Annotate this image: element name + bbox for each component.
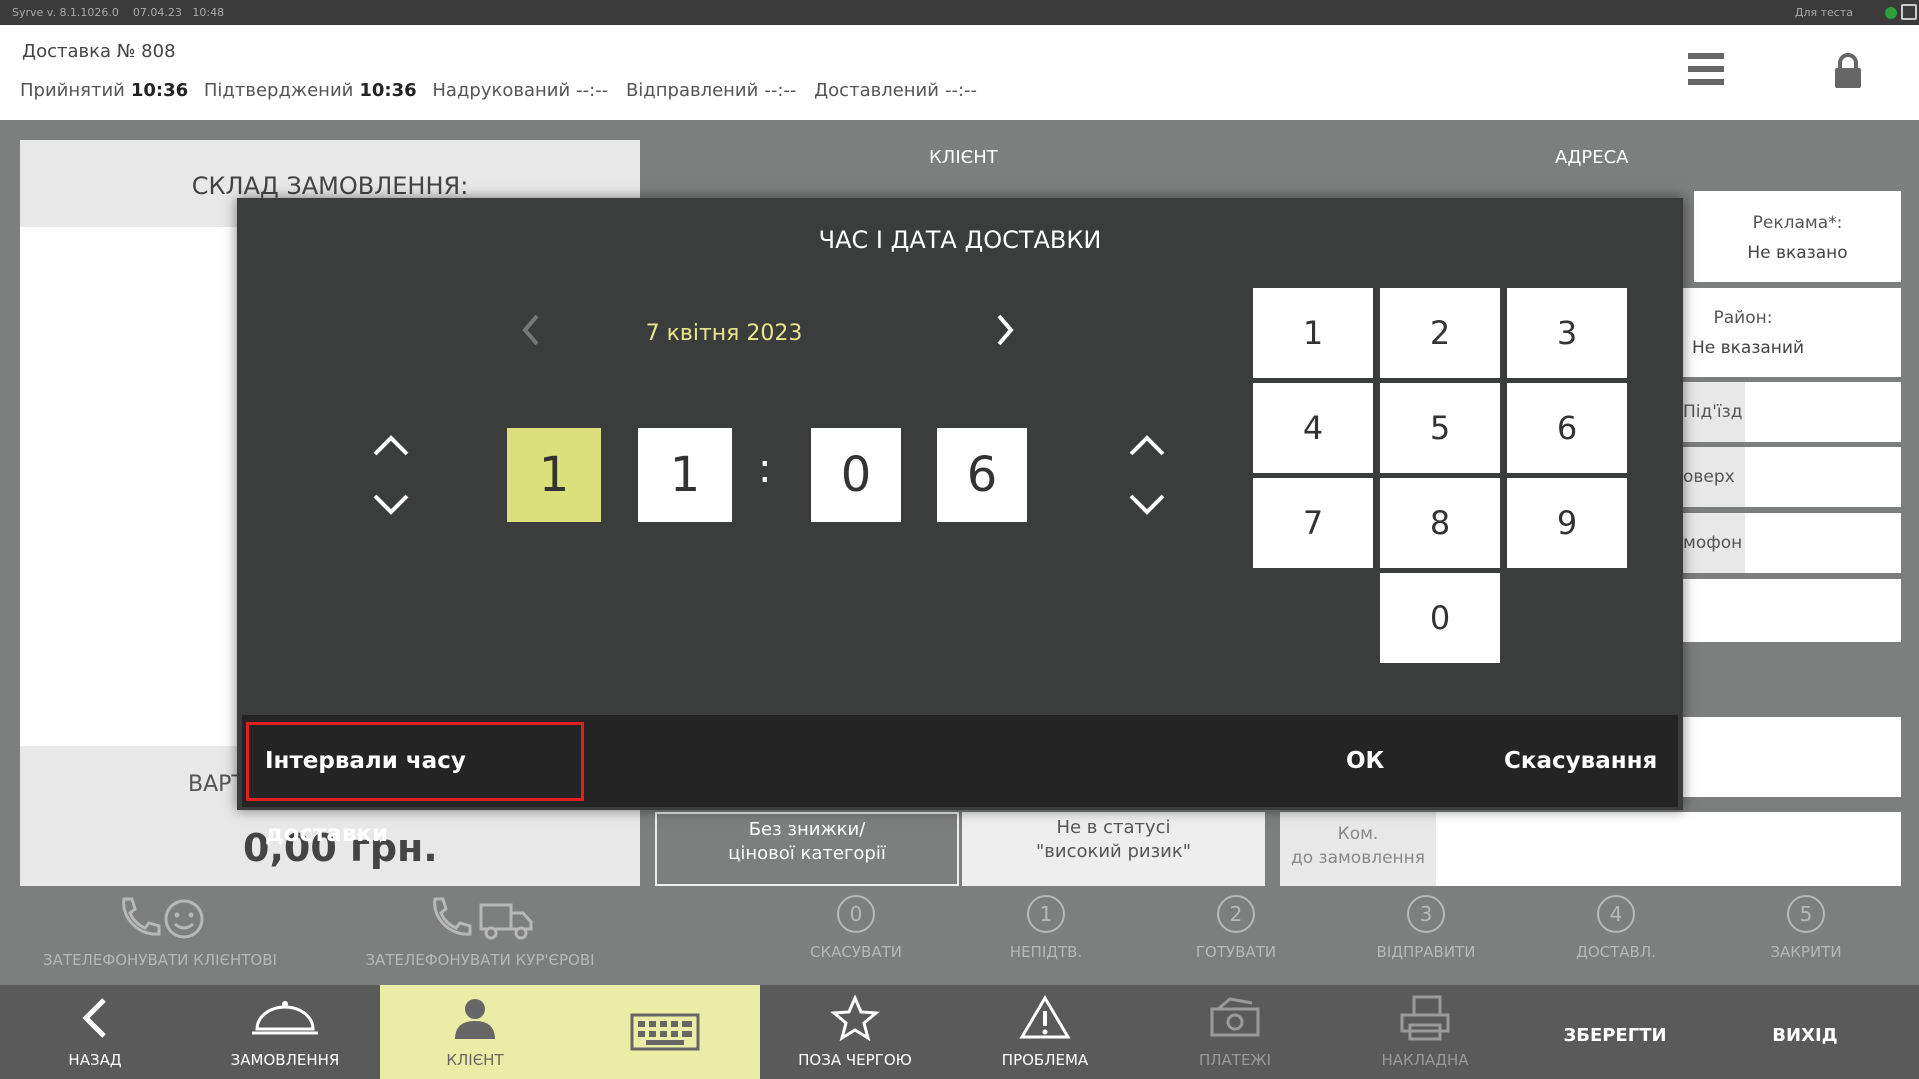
lock-icon[interactable] [1833,53,1863,89]
cook-status-button[interactable]: 2 ГОТУВАТИ [1176,895,1296,961]
keypad-key-0[interactable]: 0 [1380,573,1500,663]
district-field[interactable]: Район: Не вказаний [1683,288,1901,377]
hour-up-icon[interactable] [371,430,411,460]
call-client-button[interactable]: ЗАТЕЛЕФОНУВАТИ КЛІЄНТОВІ [40,895,280,969]
chevron-left-icon [82,998,106,1038]
delivery-intervals-button[interactable]: Інтервали часу доставки [246,722,584,847]
call-courier-button[interactable]: ЗАТЕЛЕФОНУВАТИ КУР'ЄРОВІ [360,895,600,969]
ok-button[interactable]: ОК [1346,715,1384,807]
risk-status-box[interactable]: Не в статусі "високий ризик" [962,812,1265,886]
keypad-key-7[interactable]: 7 [1253,478,1373,568]
keypad-key-8[interactable]: 8 [1380,478,1500,568]
order-statuses: Прийнятий 10:36 Підтверджений 10:36 Надрук… [20,80,977,101]
priority-button[interactable]: ПОЗА ЧЕРГОЮ [760,985,950,1079]
send-status-button[interactable]: 3 ВІДПРАВИТИ [1366,895,1486,961]
user-icon [455,999,495,1039]
minute-down-icon[interactable] [1127,490,1167,520]
payments-button[interactable]: ПЛАТЕЖІ [1140,985,1330,1079]
address-column-title: АДРЕСА [1555,147,1629,168]
date-navigator: 7 квітня 2023 [237,310,1237,350]
minute-tens-digit[interactable]: 0 [811,428,901,522]
keypad-key-6[interactable]: 6 [1507,383,1627,473]
floor-field[interactable]: оверх [1683,447,1901,507]
delivered-status-button[interactable]: 4 ДОСТАВЛ. [1556,895,1676,961]
order-title: Доставка № 808 [22,41,176,62]
star-icon [830,995,880,1041]
system-bar: Syrve v. 8.1.1026.0 07.04.23 10:48 Для т… [0,0,1919,25]
cancel-button[interactable]: Скасування [1504,715,1657,807]
keypad-key-9[interactable]: 9 [1507,478,1627,568]
client-column-title: КЛІЄНТ [929,147,998,168]
address-extra-field[interactable] [1683,579,1901,642]
intercom-field[interactable]: мофон [1683,513,1901,573]
dialog-title: ЧАС І ДАТА ДОСТАВКИ [818,226,1102,254]
back-button[interactable]: НАЗАД [0,985,190,1079]
entrance-field[interactable]: Під'їзд [1683,382,1901,442]
order-comment-field[interactable] [1436,812,1901,886]
exit-button[interactable]: ВИХІД [1710,985,1900,1079]
version-info: Syrve v. 8.1.1026.0 07.04.23 10:48 [12,6,225,19]
selected-date: 7 квітня 2023 [645,321,803,346]
unconfirmed-status-button[interactable]: 1 НЕПІДТВ. [986,895,1106,961]
warning-icon [1019,995,1071,1039]
status-2-icon: 2 [1217,895,1255,933]
invoice-button[interactable]: НАКЛАДНА [1330,985,1520,1079]
close-status-button[interactable]: 5 ЗАКРИТИ [1746,895,1866,961]
cancel-order-status-button[interactable]: 0 СКАСУВАТИ [796,895,916,961]
printer-icon [1400,995,1450,1041]
status-3-icon: 3 [1407,895,1445,933]
phone-truck-icon [433,897,533,940]
hour-down-icon[interactable] [371,490,411,520]
order-header: Доставка № 808 Прийнятий 10:36 Підтвердже… [0,25,1919,120]
order-comment-label: Ком. до замовлення [1280,812,1436,886]
environment-label: Для теста [1794,6,1853,19]
phone-smile-icon [122,897,204,939]
problem-button[interactable]: ПРОБЛЕМА [950,985,1140,1079]
next-date-icon[interactable] [989,310,1021,350]
keyboard-button[interactable] [570,985,760,1079]
time-separator: : [758,446,772,492]
orders-button[interactable]: ЗАМОВЛЕННЯ [190,985,380,1079]
address-note-field[interactable] [1683,717,1901,797]
hour-ones-digit[interactable]: 1 [638,428,732,522]
status-1-icon: 1 [1027,895,1065,933]
keypad-key-3[interactable]: 3 [1507,288,1627,378]
cloche-icon [252,1001,318,1035]
minute-up-icon[interactable] [1127,430,1167,460]
window-icon[interactable] [1901,4,1917,20]
delivery-datetime-dialog: ЧАС І ДАТА ДОСТАВКИ 7 квітня 2023 1 1 : … [237,198,1683,847]
keypad-key-5[interactable]: 5 [1380,383,1500,473]
minute-ones-digit[interactable]: 6 [937,428,1027,522]
previous-date-icon[interactable] [515,310,547,350]
hour-tens-digit[interactable]: 1 [507,428,601,522]
ad-source-field[interactable]: Реклама*: Не вказано [1694,191,1901,282]
status-0-icon: 0 [837,895,875,933]
discount-box[interactable]: Без знижки/ цінової категорії [655,812,959,886]
connection-status-icon [1885,7,1897,19]
money-icon [1210,997,1260,1037]
save-button[interactable]: ЗБЕРЕГТИ [1520,985,1710,1079]
status-4-icon: 4 [1597,895,1635,933]
keypad-key-4[interactable]: 4 [1253,383,1373,473]
dialog-footer: Інтервали часу доставки ОК Скасування [242,715,1678,847]
keyboard-icon [630,1013,700,1051]
status-5-icon: 5 [1787,895,1825,933]
bottom-toolbar: НАЗАД ЗАМОВЛЕННЯ КЛІЄНТ ПОЗА ЧЕРГОЮ ПРОБ… [0,985,1919,1079]
keypad-key-1[interactable]: 1 [1253,288,1373,378]
hamburger-menu-icon[interactable] [1688,53,1724,85]
keypad-key-2[interactable]: 2 [1380,288,1500,378]
client-tab-button[interactable]: КЛІЄНТ [380,985,570,1079]
